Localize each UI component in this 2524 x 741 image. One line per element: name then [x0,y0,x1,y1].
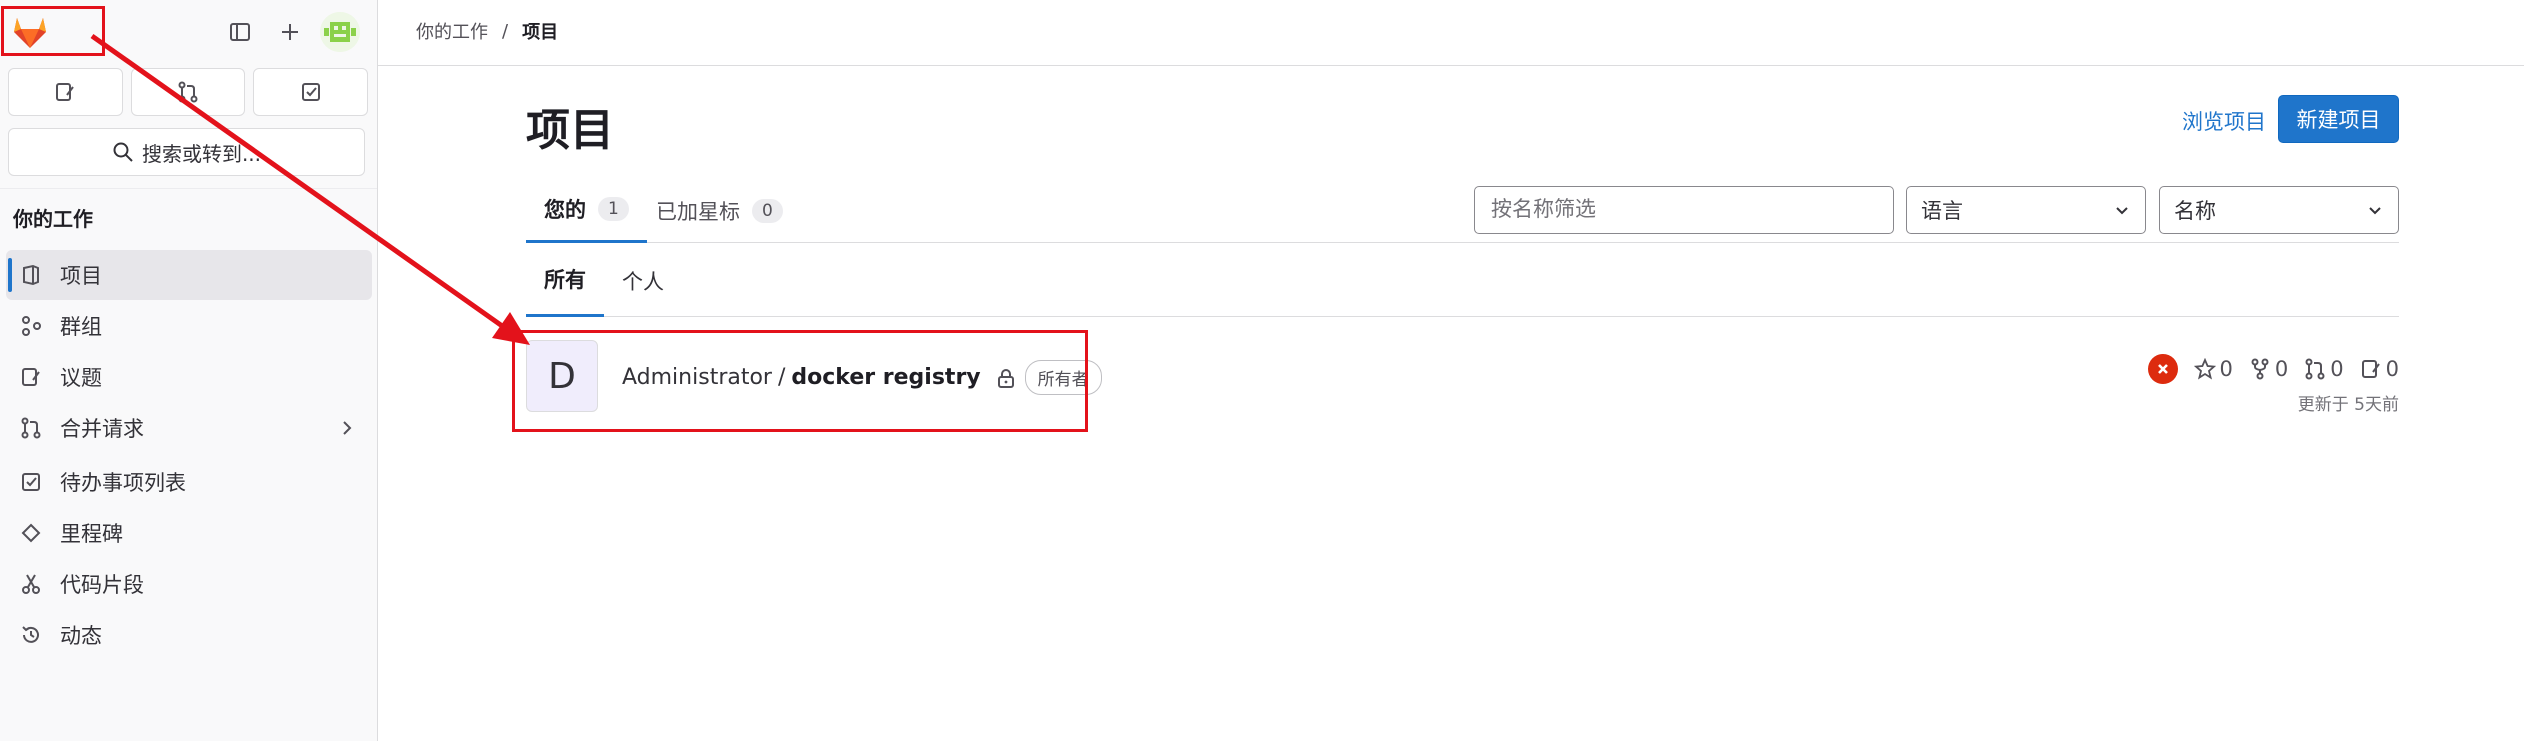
sidebar-nav: 项目 群组 议题 合并请求 待办事项列表 里程碑 代码片段 动态 [6,250,372,661]
merge-request-icon [2305,358,2325,380]
sidebar-item-label: 群组 [60,315,102,339]
sidebar-heading: 你的工作 [13,207,93,231]
sidebar-item-label: 待办事项列表 [60,471,186,495]
tab-label: 已加星标 [656,199,740,224]
merge-request-icon [178,81,198,103]
avatar-image [320,12,360,52]
tab-count-badge: 1 [598,197,629,221]
sidebar-item-label: 里程碑 [60,522,123,546]
sort-dropdown[interactable]: 名称 [2159,186,2399,234]
forks-count[interactable]: 0 [2249,357,2288,381]
sidebar-item-snippets[interactable]: 代码片段 [6,559,372,609]
new-project-button[interactable]: 新建项目 [2278,95,2399,143]
sidebar-item-activity[interactable]: 动态 [6,610,372,660]
merge-requests-value: 0 [2330,357,2344,381]
search-icon [113,142,133,162]
pipeline-failed-icon[interactable] [2147,354,2178,384]
forks-value: 0 [2274,357,2289,381]
fork-icon [2251,358,2269,380]
sidebar-item-issues[interactable]: 议题 [6,352,372,402]
updated-timestamp: 更新于 5天前 [2297,395,2399,415]
sidebar-item-label: 动态 [60,624,102,648]
chevron-down-icon [2369,207,2381,215]
create-new-button[interactable] [270,12,310,52]
sidebar-item-label: 代码片段 [60,573,144,597]
collapse-sidebar-button[interactable] [220,12,260,52]
page-title: 项目 [526,105,614,156]
issues-icon [18,364,44,390]
tab-count-badge: 0 [752,198,783,223]
browse-projects-link[interactable]: 浏览项目 [2182,106,2266,136]
quick-actions [8,68,369,116]
breadcrumb: 你的工作 / 项目 [416,18,558,44]
tab-starred[interactable]: 已加星标 0 [638,178,801,243]
filter-by-name-input[interactable] [1474,186,1894,234]
sort-dropdown-label: 名称 [2174,199,2216,223]
todo-icon [301,83,320,101]
group-icon [18,313,44,339]
assigned-issues-button[interactable] [8,68,123,116]
tab-label: 您的 [544,198,586,222]
history-icon [18,622,44,648]
plus-icon [282,24,298,40]
todo-icon [18,469,44,495]
language-dropdown-label: 语言 [1921,199,1963,223]
chevron-right-icon [336,417,358,439]
milestone-icon [18,520,44,546]
project-stats: 0 0 0 0 [2147,354,2399,384]
project-subtabs: 所有 个人 [526,244,2399,317]
merge-request-icon [18,415,44,441]
sidebar-item-label: 合并请求 [60,417,144,441]
snippet-icon [18,571,44,597]
merge-requests-count[interactable]: 0 [2304,357,2344,381]
sidebar-item-merge-requests[interactable]: 合并请求 [6,403,372,453]
breadcrumb-parent[interactable]: 你的工作 [416,18,488,44]
sidebar-item-todo[interactable]: 待办事项列表 [6,457,372,507]
chevron-down-icon [2116,207,2128,215]
sidebar-item-groups[interactable]: 群组 [6,301,372,351]
merge-requests-button[interactable] [130,68,246,116]
language-dropdown[interactable]: 语言 [1906,186,2146,234]
annotation-box-logo [1,6,105,56]
issues-icon [56,83,75,101]
tab-yours[interactable]: 您的 1 [526,178,647,243]
issues-value: 0 [2385,357,2399,381]
breadcrumb-current[interactable]: 项目 [522,18,558,44]
annotation-box-project [512,330,1088,432]
subtab-all[interactable]: 所有 [526,244,604,317]
todo-list-button[interactable] [253,68,369,116]
sidebar-item-label: 项目 [60,264,102,288]
stars-value: 0 [2219,357,2233,381]
sidebar: 搜索或转到... 你的工作 项目 群组 议题 合并请求 待办事项列表 里程碑 代… [0,0,378,741]
search-button[interactable]: 搜索或转到... [8,128,365,176]
sidebar-item-milestones[interactable]: 里程碑 [6,508,372,558]
search-label: 搜索或转到... [141,141,262,166]
sidebar-item-label: 议题 [60,366,102,390]
issues-icon [2361,360,2380,378]
sidebar-item-projects[interactable]: 项目 [6,250,372,300]
project-icon [18,262,44,288]
breadcrumb-separator: / [502,20,509,42]
issues-count[interactable]: 0 [2360,357,2399,381]
stars-count[interactable]: 0 [2193,357,2233,381]
sidebar-toggle-icon [230,23,250,41]
project-tabs: 您的 1 已加星标 0 语言 名称 [526,178,2399,243]
subtab-personal[interactable]: 个人 [604,244,682,317]
sidebar-divider [0,188,377,189]
user-avatar[interactable] [320,12,360,52]
star-icon [2193,358,2216,380]
top-bar: 你的工作 / 项目 [378,0,2524,66]
